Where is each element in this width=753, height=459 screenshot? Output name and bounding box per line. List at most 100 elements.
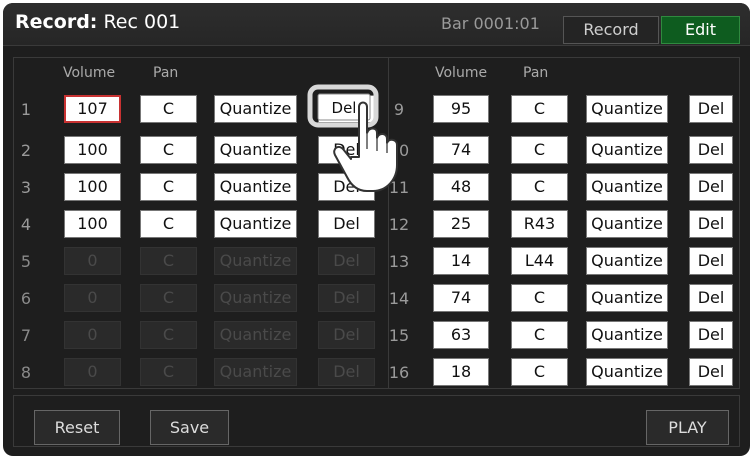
bottom-bar: Reset Save PLAY	[13, 395, 740, 447]
volume-field[interactable]: 95	[433, 95, 489, 123]
track-row-16: 16 18 C Quantize Del	[389, 358, 739, 386]
track-row-7: 7 0 C Quantize Del	[14, 321, 388, 349]
del-button: Del	[318, 321, 375, 349]
save-button[interactable]: Save	[150, 410, 229, 445]
track-number: 3	[20, 178, 32, 197]
volume-field[interactable]: 100	[64, 173, 121, 201]
del-button: Del	[318, 284, 375, 312]
track-panel-left: Volume Pan 1 107 C Quantize Del 2 100 C …	[13, 57, 388, 389]
volume-field[interactable]: 107	[64, 95, 121, 123]
pan-column-header: Pan	[153, 65, 179, 81]
del-button[interactable]: Del	[318, 95, 375, 123]
del-button[interactable]: Del	[689, 247, 733, 275]
pan-field[interactable]: C	[511, 284, 568, 312]
track-number: 1	[20, 100, 32, 119]
track-number: 15	[388, 326, 410, 345]
track-row-13: 13 14 L44 Quantize Del	[389, 247, 739, 275]
pan-field: C	[140, 358, 197, 386]
pan-field[interactable]: C	[511, 95, 568, 123]
del-button[interactable]: Del	[689, 321, 733, 349]
quantize-button[interactable]: Quantize	[214, 173, 297, 201]
track-number: 5	[20, 252, 32, 271]
track-number: 16	[388, 363, 410, 382]
pan-field[interactable]: L44	[511, 247, 568, 275]
del-button[interactable]: Del	[689, 173, 733, 201]
pan-field[interactable]: C	[140, 95, 197, 123]
quantize-button[interactable]: Quantize	[586, 247, 668, 275]
quantize-button[interactable]: Quantize	[586, 210, 668, 238]
track-number: 4	[20, 215, 32, 234]
track-row-2: 2 100 C Quantize Del	[14, 136, 388, 164]
volume-field: 0	[64, 284, 121, 312]
quantize-button[interactable]: Quantize	[586, 173, 668, 201]
track-row-11: 11 48 C Quantize Del	[389, 173, 739, 201]
recording-name: Rec 001	[103, 11, 181, 33]
track-row-6: 6 0 C Quantize Del	[14, 284, 388, 312]
pan-field[interactable]: R43	[511, 210, 568, 238]
pan-field: C	[140, 247, 197, 275]
volume-field[interactable]: 100	[64, 210, 121, 238]
quantize-button: Quantize	[214, 358, 297, 386]
del-button[interactable]: Del	[689, 358, 733, 386]
quantize-button: Quantize	[214, 284, 297, 312]
track-row-14: 14 74 C Quantize Del	[389, 284, 739, 312]
quantize-button[interactable]: Quantize	[586, 95, 668, 123]
record-tab-button[interactable]: Record	[563, 16, 659, 44]
volume-field[interactable]: 100	[64, 136, 121, 164]
quantize-button: Quantize	[214, 247, 297, 275]
track-row-5: 5 0 C Quantize Del	[14, 247, 388, 275]
volume-column-header: Volume	[63, 65, 116, 81]
track-row-8: 8 0 C Quantize Del	[14, 358, 388, 386]
quantize-button[interactable]: Quantize	[586, 284, 668, 312]
pan-field: C	[140, 284, 197, 312]
del-button[interactable]: Del	[689, 284, 733, 312]
del-button[interactable]: Del	[318, 173, 375, 201]
track-number: 8	[20, 363, 32, 382]
quantize-button: Quantize	[214, 321, 297, 349]
quantize-button[interactable]: Quantize	[214, 95, 297, 123]
track-number: 7	[20, 326, 32, 345]
track-row-9: 9 95 C Quantize Del	[389, 95, 739, 123]
pan-field[interactable]: C	[511, 358, 568, 386]
del-button[interactable]: Del	[689, 95, 733, 123]
track-panel-right: Volume Pan 9 95 C Quantize Del 10 74 C Q…	[388, 57, 740, 389]
quantize-button[interactable]: Quantize	[586, 358, 668, 386]
play-button[interactable]: PLAY	[646, 410, 729, 445]
volume-field[interactable]: 63	[433, 321, 489, 349]
pan-field[interactable]: C	[140, 210, 197, 238]
del-button[interactable]: Del	[318, 136, 375, 164]
del-button[interactable]: Del	[318, 210, 375, 238]
del-button[interactable]: Del	[689, 136, 733, 164]
reset-button[interactable]: Reset	[34, 410, 120, 445]
pan-field[interactable]: C	[511, 321, 568, 349]
volume-field: 0	[64, 358, 121, 386]
volume-field[interactable]: 74	[433, 284, 489, 312]
quantize-button[interactable]: Quantize	[214, 210, 297, 238]
volume-field[interactable]: 25	[433, 210, 489, 238]
quantize-button[interactable]: Quantize	[586, 321, 668, 349]
track-number: 9	[393, 100, 405, 119]
del-button: Del	[318, 247, 375, 275]
edit-tab-button[interactable]: Edit	[661, 16, 740, 44]
bar-position: Bar 0001:01	[441, 14, 540, 33]
track-number: 14	[388, 289, 410, 308]
pan-field[interactable]: C	[140, 173, 197, 201]
volume-field[interactable]: 74	[433, 136, 489, 164]
quantize-button[interactable]: Quantize	[586, 136, 668, 164]
track-row-4: 4 100 C Quantize Del	[14, 210, 388, 238]
track-number: 6	[20, 289, 32, 308]
volume-field[interactable]: 14	[433, 247, 489, 275]
track-number: 12	[388, 215, 410, 234]
track-number: 2	[20, 141, 32, 160]
track-number: 11	[388, 178, 410, 197]
pan-field[interactable]: C	[511, 136, 568, 164]
volume-column-header: Volume	[435, 65, 488, 81]
quantize-button[interactable]: Quantize	[214, 136, 297, 164]
pan-field[interactable]: C	[511, 173, 568, 201]
del-button[interactable]: Del	[689, 210, 733, 238]
pan-field[interactable]: C	[140, 136, 197, 164]
track-number: 13	[388, 252, 410, 271]
volume-field[interactable]: 48	[433, 173, 489, 201]
volume-field[interactable]: 18	[433, 358, 489, 386]
page-title: Record: Rec 001	[15, 11, 180, 33]
